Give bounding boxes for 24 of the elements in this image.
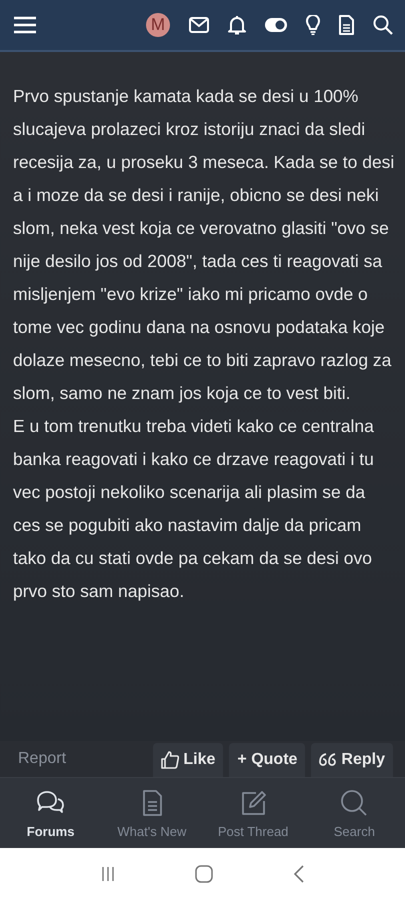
home-icon[interactable] bbox=[195, 865, 214, 883]
toggle-icon[interactable] bbox=[265, 18, 287, 32]
like-button[interactable]: Like bbox=[153, 743, 224, 777]
nav-tab[interactable]: Forums bbox=[0, 778, 102, 848]
user-avatar[interactable]: M bbox=[146, 13, 170, 37]
quote-button[interactable]: + Quote bbox=[229, 743, 306, 777]
report-link[interactable]: Report bbox=[18, 750, 148, 768]
post-paragraph: Prvo spustanje kamata kada se desi u 100% slucajeva prolazeci kroz istoriju znaci da sledi recesija za, u proseku 3 meseca. Kada se to desi a i moze da se desi i ranije, obicno se desi neki slom, neka vest koja ce verovatno glasiti "ovo se nije desilo jos od 2008", tada ces ti reagovati sa misljenjem "evo krize" iako mi pricamo ovde o tome vec godinu dana na osnovu podataka koje dolaze mesecno, tebi ce to biti zapravo razlog za slom, samo ne znam jos koja ce to vest biti. bbox=[13, 85, 395, 405]
quote-marks-icon bbox=[319, 753, 338, 767]
lightbulb-icon[interactable] bbox=[306, 15, 320, 35]
back-icon[interactable] bbox=[293, 865, 306, 883]
bell-icon[interactable] bbox=[228, 15, 246, 35]
recent-apps-icon[interactable] bbox=[100, 866, 116, 882]
envelope-icon[interactable] bbox=[189, 17, 209, 33]
nav-tab[interactable]: What's New bbox=[101, 778, 202, 848]
post-paragraph: E u tom trenutku treba videti kako ce centralna banka reagovati i kako ce drzave reagovati i tu vec postoji nekoliko scenarija ali plasim se da ces se pogubiti ako nastavim dalje da pricam tako da cu stati ovde pa cekam da se desi ovo prvo sto sam napisao. bbox=[13, 415, 375, 603]
menu-icon[interactable] bbox=[14, 16, 36, 34]
reply-button[interactable]: Reply bbox=[311, 743, 393, 777]
nav-tab[interactable]: Search bbox=[304, 778, 405, 848]
search-icon bbox=[339, 788, 370, 818]
document-icon[interactable] bbox=[339, 15, 354, 35]
thumbs-up-icon bbox=[161, 751, 180, 769]
search-icon[interactable] bbox=[373, 15, 393, 35]
nav-tab[interactable]: Post Thread bbox=[202, 778, 304, 848]
